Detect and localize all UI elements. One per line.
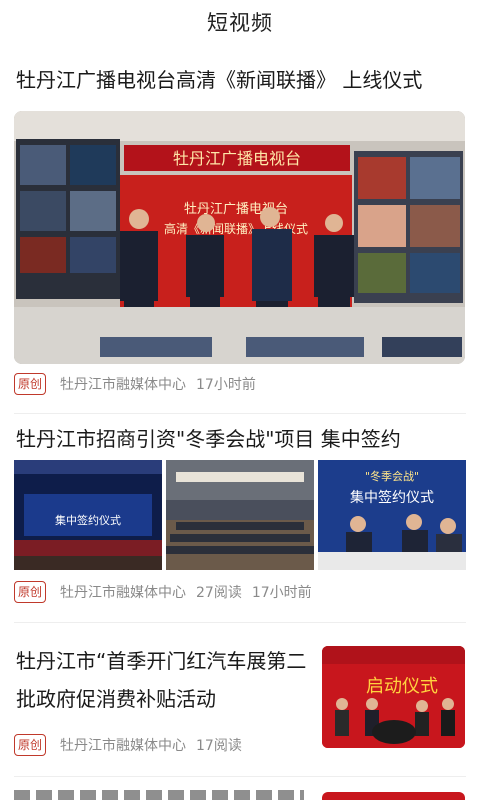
conference-hall-photo (166, 460, 314, 570)
page-title: 短视频 (207, 11, 273, 35)
next-article-image-partial[interactable] (322, 792, 465, 800)
original-badge: 原创 (14, 581, 47, 603)
partial-text-glyphs (14, 790, 304, 800)
banner-text: 启动仪式 (366, 676, 438, 697)
page-header: 短视频 (0, 0, 480, 44)
thumb-text-line-1: "冬季会战" (365, 469, 419, 483)
article-meta: 原创 牡丹江市融媒体中心 17阅读 (14, 734, 242, 756)
article-time: 17小时前 (251, 585, 312, 601)
signing-stage-photo: 集中签约仪式 (14, 460, 162, 570)
article-source: 牡丹江市融媒体中心 (60, 738, 187, 754)
article-title[interactable]: 牡丹江市招商引资"冬季会战"项目 集中签约 (16, 421, 466, 457)
article-title[interactable]: 牡丹江广播电视台高清《新闻联播》 上线仪式 (16, 62, 466, 98)
article-title[interactable]: 牡丹江市“首季开门红汽车展第二批政府促消费补贴活动 (16, 642, 312, 718)
banner-text: 牡丹江广播电视台 (173, 149, 301, 168)
divider (14, 776, 466, 777)
article-reads: 17阅读 (196, 738, 242, 754)
article-meta: 原创 牡丹江市融媒体中心 27阅读 17小时前 (14, 581, 312, 603)
stage-photo: 牡丹江广播电视台 牡丹江广播电视台 高清《新闻联播》上线仪式 (14, 111, 465, 364)
article-image-1[interactable]: 集中签约仪式 (14, 460, 162, 570)
article-image-3[interactable]: "冬季会战" 集中签约仪式 (318, 460, 466, 570)
original-badge: 原创 (14, 373, 47, 395)
car-show-photo: 启动仪式 (322, 646, 465, 748)
divider (14, 622, 466, 623)
article-image-2[interactable] (166, 460, 314, 570)
article-image[interactable]: 启动仪式 (322, 646, 465, 748)
divider (14, 413, 466, 414)
thumb-text-line-2: 集中签约仪式 (350, 489, 434, 506)
article-meta: 原创 牡丹江市融媒体中心 17小时前 (14, 373, 256, 395)
article-source: 牡丹江市融媒体中心 (60, 585, 187, 601)
next-article-title-partial[interactable] (14, 790, 304, 800)
thumb-text: 集中签约仪式 (55, 513, 121, 527)
article-time: 17小时前 (196, 377, 256, 393)
signing-table-photo: "冬季会战" 集中签约仪式 (318, 460, 466, 570)
article-video-thumbnail[interactable]: 牡丹江广播电视台 牡丹江广播电视台 高清《新闻联播》上线仪式 (14, 111, 465, 364)
original-badge: 原创 (14, 734, 47, 756)
article-reads: 27阅读 (196, 585, 242, 601)
article-source: 牡丹江市融媒体中心 (60, 377, 187, 393)
